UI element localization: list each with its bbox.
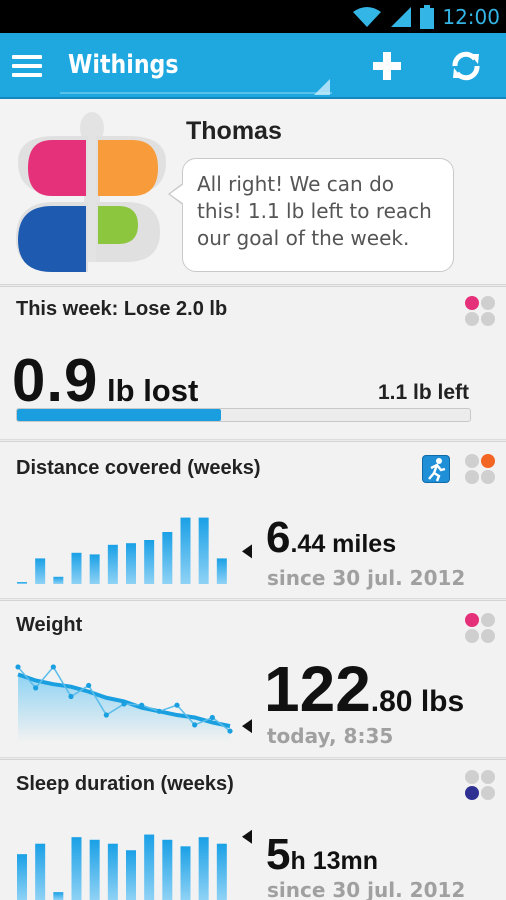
hamburger-icon[interactable]	[12, 55, 42, 77]
wifi-icon	[353, 6, 382, 27]
weight-point	[50, 664, 56, 670]
chart-bar	[216, 558, 227, 584]
chart-bar	[89, 554, 100, 584]
weight-point	[209, 714, 215, 721]
chart-bar	[216, 843, 227, 900]
chart-bar	[198, 837, 209, 900]
distance-chart	[17, 517, 252, 584]
mini-logo-accent	[465, 296, 479, 310]
weight-point	[103, 712, 109, 718]
running-icon	[422, 455, 450, 483]
chart-bar	[35, 843, 46, 900]
weight-point	[227, 728, 233, 734]
weight-point	[156, 708, 162, 714]
weight-point	[139, 702, 145, 708]
distance-value: 6.44 miles	[266, 513, 397, 562]
signal-icon	[391, 6, 412, 27]
goal-mini-logo-icon	[465, 296, 495, 326]
chart-bar	[162, 839, 173, 900]
weight-point	[33, 685, 39, 691]
chart-bar	[35, 558, 46, 584]
weight-point	[192, 722, 198, 728]
spinner-corner	[314, 79, 330, 95]
status-bar: 12:00	[0, 0, 506, 33]
sleep-title: Sleep duration (weeks)	[16, 773, 234, 795]
sleep-chart	[17, 829, 252, 900]
chart-bar	[180, 846, 191, 900]
goal-title: This week: Lose 2.0 lb	[16, 298, 228, 320]
sleep-since: since 30 jul. 2012	[267, 878, 466, 900]
chart-bar	[107, 544, 118, 584]
weight-point	[86, 682, 92, 689]
goal-value: 0.9 lb lost	[12, 347, 199, 414]
chart-bar	[180, 517, 191, 584]
weight-point	[15, 664, 21, 670]
chart-bar	[53, 892, 64, 900]
chart-bar	[198, 517, 209, 584]
chart-bar	[162, 532, 173, 584]
chart-bar	[89, 839, 100, 900]
coach-message-bubble: All right! We can do this! 1.1 lb left t…	[182, 158, 454, 272]
weight-point	[121, 701, 127, 707]
weight-point	[174, 702, 180, 708]
spinner-underline	[60, 92, 332, 94]
chart-bar	[17, 582, 27, 584]
chart-bar	[144, 540, 155, 584]
withings-logo	[16, 112, 166, 272]
weight-chart	[15, 664, 252, 742]
chart-bar	[126, 850, 136, 900]
chart-bar	[17, 854, 27, 900]
goal-progress-bar	[16, 408, 471, 422]
battery-icon	[420, 4, 435, 29]
app-title[interactable]: Withings	[68, 50, 179, 80]
current-marker	[242, 829, 252, 844]
chart-bar	[126, 543, 136, 584]
chart-bar	[71, 552, 82, 584]
user-name: Thomas	[186, 117, 282, 145]
distance-since: since 30 jul. 2012	[267, 566, 466, 590]
chart-bar	[144, 834, 155, 900]
sleep-value: 5h 13mn	[266, 830, 379, 879]
weight-title: Weight	[16, 614, 83, 636]
distance-mini-logo-icon	[465, 454, 495, 484]
current-marker	[242, 544, 252, 559]
weight-point	[68, 693, 74, 700]
refresh-icon[interactable]	[444, 44, 488, 88]
sleep-mini-logo-icon	[465, 770, 495, 800]
weight-since: today, 8:35	[267, 724, 394, 748]
chart-bar	[71, 837, 82, 900]
distance-title: Distance covered (weeks)	[16, 457, 261, 479]
weight-mini-logo-icon	[465, 613, 495, 643]
weight-value: 122.80 lbs	[264, 653, 465, 725]
bubble-tail-inner	[170, 184, 184, 204]
goal-remaining: 1.1 lb left	[378, 381, 470, 404]
chart-bar	[107, 843, 118, 900]
current-marker	[242, 719, 252, 734]
status-time: 12:00	[442, 4, 500, 29]
chart-bar	[53, 576, 64, 584]
goal-progress-fill	[17, 409, 221, 421]
plus-icon[interactable]	[366, 44, 408, 88]
